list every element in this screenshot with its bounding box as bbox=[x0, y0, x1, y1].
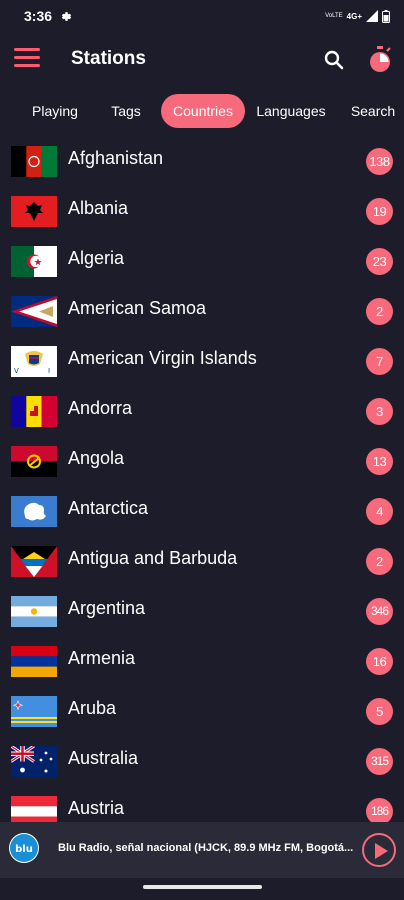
algeria-flag-icon bbox=[11, 246, 57, 277]
country-row-afghanistan[interactable]: Afghanistan 138 bbox=[0, 136, 404, 186]
antigua-and-barbuda-flag-icon bbox=[11, 546, 57, 577]
system-nav-bar bbox=[0, 878, 404, 900]
status-bar: 3:36 VoLTE 4G+ bbox=[0, 0, 404, 32]
station-count-badge: 346 bbox=[366, 598, 393, 625]
country-name: Antarctica bbox=[68, 498, 149, 518]
country-name: Austria bbox=[68, 798, 125, 818]
country-row-albania[interactable]: Albania 19 bbox=[0, 186, 404, 236]
country-row-american-samoa[interactable]: American Samoa 2 bbox=[0, 286, 404, 336]
country-row-antigua-and-barbuda[interactable]: Antigua and Barbuda 2 bbox=[0, 536, 404, 586]
country-name: Argentina bbox=[68, 598, 146, 618]
country-name: Antigua and Barbuda bbox=[68, 548, 238, 568]
antarctica-flag-icon bbox=[11, 496, 57, 527]
country-name: Albania bbox=[68, 198, 129, 218]
station-count-badge: 2 bbox=[366, 548, 393, 575]
search-icon[interactable] bbox=[322, 48, 346, 72]
andorra-flag-icon bbox=[11, 396, 57, 427]
station-count-badge: 4 bbox=[366, 498, 393, 525]
austria-flag-icon bbox=[11, 796, 57, 822]
tab-playing[interactable]: Playing bbox=[20, 94, 90, 128]
page-title: Stations bbox=[71, 48, 146, 69]
country-name: Aruba bbox=[68, 698, 117, 718]
station-count-badge: 5 bbox=[366, 698, 393, 725]
country-row-argentina[interactable]: Argentina 346 bbox=[0, 586, 404, 636]
station-count-badge: 138 bbox=[366, 148, 393, 175]
armenia-flag-icon bbox=[11, 646, 57, 677]
tab-search[interactable]: Search bbox=[340, 94, 404, 128]
svg-text:blu: blu bbox=[15, 844, 33, 855]
play-button[interactable] bbox=[362, 833, 396, 867]
country-name: Armenia bbox=[68, 648, 136, 668]
country-row-angola[interactable]: Angola 13 bbox=[0, 436, 404, 486]
station-count-badge: 186 bbox=[366, 798, 393, 822]
station-count-badge: 2 bbox=[366, 298, 393, 325]
app-bar: Stations bbox=[0, 32, 404, 88]
station-count-badge: 3 bbox=[366, 398, 393, 425]
svg-text:I: I bbox=[48, 367, 50, 375]
aruba-flag-icon bbox=[11, 696, 57, 727]
country-row-australia[interactable]: Australia 315 bbox=[0, 736, 404, 786]
play-icon bbox=[375, 843, 388, 859]
country-row-algeria[interactable]: Algeria 23 bbox=[0, 236, 404, 286]
american-samoa-flag-icon bbox=[11, 296, 57, 327]
country-name: Angola bbox=[68, 448, 125, 468]
menu-icon bbox=[14, 48, 40, 51]
station-count-badge: 19 bbox=[366, 198, 393, 225]
american-virgin-islands-flag-icon: VI bbox=[11, 346, 57, 377]
station-count-badge: 16 bbox=[366, 648, 393, 675]
tab-languages[interactable]: Languages bbox=[252, 94, 330, 128]
afghanistan-flag-icon bbox=[11, 146, 57, 177]
tab-countries[interactable]: Countries bbox=[161, 94, 245, 128]
battery-icon bbox=[382, 9, 390, 23]
country-list: Afghanistan 138 Albania 19 Algeria 23 Am… bbox=[0, 136, 404, 822]
country-name: Andorra bbox=[68, 398, 133, 418]
signal-icon bbox=[366, 10, 378, 22]
mini-player[interactable]: blu Blu Radio, señal nacional (HJCK, 89.… bbox=[0, 822, 404, 878]
station-count-badge: 7 bbox=[366, 348, 393, 375]
volte-indicator: VoLTE bbox=[325, 13, 343, 19]
country-row-antarctica[interactable]: Antarctica 4 bbox=[0, 486, 404, 536]
country-row-armenia[interactable]: Armenia 16 bbox=[0, 636, 404, 686]
station-count-badge: 315 bbox=[366, 748, 393, 775]
tab-tags[interactable]: Tags bbox=[98, 94, 154, 128]
tab-bar: Playing Tags Countries Languages Search bbox=[0, 94, 404, 130]
now-playing-title: Blu Radio, señal nacional (HJCK, 89.9 MH… bbox=[58, 842, 354, 854]
menu-button[interactable] bbox=[14, 48, 40, 70]
country-row-american-virgin-islands[interactable]: VI American Virgin Islands 7 bbox=[0, 336, 404, 386]
svg-text:V: V bbox=[14, 367, 19, 375]
status-time: 3:36 bbox=[24, 8, 53, 24]
argentina-flag-icon bbox=[11, 596, 57, 627]
home-gesture-handle[interactable] bbox=[143, 885, 262, 889]
status-icons: VoLTE 4G+ bbox=[325, 9, 390, 23]
country-row-austria[interactable]: Austria 186 bbox=[0, 786, 404, 822]
albania-flag-icon bbox=[11, 196, 57, 227]
sleep-timer-icon[interactable] bbox=[366, 44, 394, 74]
station-logo: blu bbox=[9, 833, 39, 863]
station-count-badge: 23 bbox=[366, 248, 393, 275]
australia-flag-icon bbox=[11, 746, 57, 777]
country-name: Australia bbox=[68, 748, 139, 768]
settings-gear-icon bbox=[61, 11, 72, 21]
country-row-aruba[interactable]: Aruba 5 bbox=[0, 686, 404, 736]
country-name: American Samoa bbox=[68, 298, 207, 318]
country-row-andorra[interactable]: Andorra 3 bbox=[0, 386, 404, 436]
country-name: Afghanistan bbox=[68, 148, 164, 168]
country-name: American Virgin Islands bbox=[68, 348, 257, 368]
country-name: Algeria bbox=[68, 248, 125, 268]
angola-flag-icon bbox=[11, 446, 57, 477]
station-count-badge: 13 bbox=[366, 448, 393, 475]
network-type: 4G+ bbox=[346, 11, 362, 21]
